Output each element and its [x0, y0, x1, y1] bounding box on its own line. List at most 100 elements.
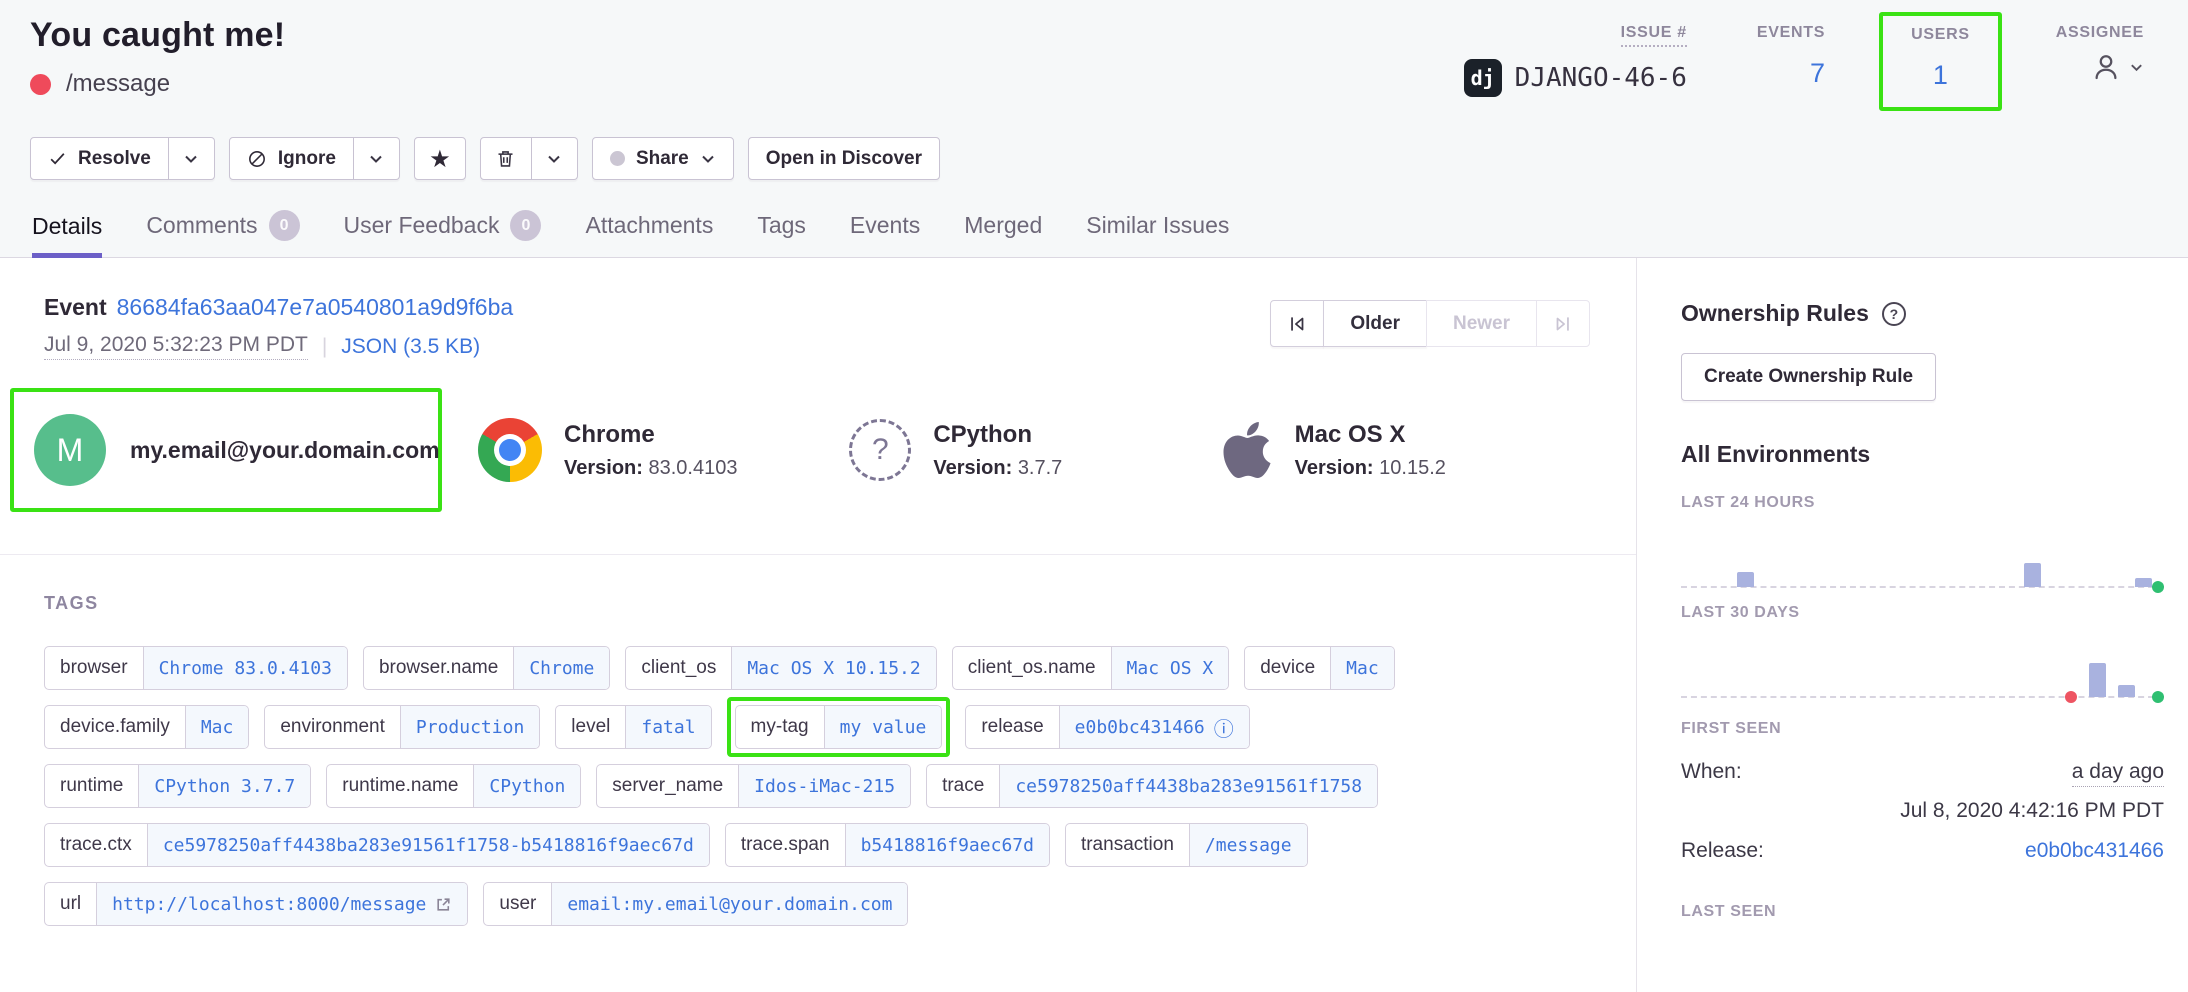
chevron-down-icon	[183, 151, 199, 167]
tag-release[interactable]: releasee0b0bc431466ⓘ	[965, 705, 1249, 749]
assignee-dropdown[interactable]	[2091, 52, 2144, 82]
tab-attachments[interactable]: Attachments	[585, 210, 713, 257]
tag-device[interactable]: deviceMac	[1244, 646, 1394, 690]
tag-client-os[interactable]: client_osMac OS X 10.15.2	[625, 646, 936, 690]
help-icon[interactable]: ?	[1882, 302, 1906, 326]
ownership-rules-title: Ownership Rules	[1681, 300, 1869, 327]
tag-browser[interactable]: browserChrome 83.0.4103	[44, 646, 348, 690]
external-link-icon[interactable]	[435, 896, 452, 913]
stat-assignee: ASSIGNEE	[2056, 24, 2144, 82]
issue-stats: ISSUE # dj DJANGO-46-6 EVENTS 7 USERS 1 …	[1464, 16, 2144, 111]
browser-version: 83.0.4103	[648, 457, 737, 479]
tab-user-feedback[interactable]: User Feedback0	[344, 210, 542, 257]
issue-tabs: Details Comments0 User Feedback0 Attachm…	[30, 210, 2144, 257]
tag-client-os-name[interactable]: client_os.nameMac OS X	[952, 646, 1230, 690]
users-label: USERS	[1911, 26, 1970, 44]
events-count[interactable]: 7	[1810, 58, 1825, 89]
chevron-down-icon	[368, 151, 384, 167]
tag-device-family[interactable]: device.familyMac	[44, 705, 249, 749]
issue-number-label: ISSUE #	[1621, 24, 1687, 47]
tab-similar-issues[interactable]: Similar Issues	[1086, 210, 1229, 257]
share-status-dot-icon	[610, 151, 625, 166]
event-id-link[interactable]: 86684fa63aa047e7a0540801a9d9f6ba	[117, 294, 514, 320]
release-link[interactable]: e0b0bc431466	[2025, 839, 2164, 863]
user-feedback-count-badge: 0	[510, 210, 541, 241]
tag-url[interactable]: urlhttp://localhost:8000/message	[44, 882, 468, 926]
first-seen-date: Jul 8, 2020 4:42:16 PM PDT	[1681, 799, 2164, 823]
tab-comments[interactable]: Comments0	[146, 210, 299, 257]
page-title: You caught me!	[30, 16, 285, 55]
project-badge-icon: dj	[1464, 59, 1502, 97]
tag-runtime-name[interactable]: runtime.nameCPython	[326, 764, 581, 808]
tag-environment[interactable]: environmentProduction	[264, 705, 540, 749]
user-avatar: M	[34, 414, 106, 486]
tag-server-name[interactable]: server_nameIdos-iMac-215	[596, 764, 911, 808]
resolve-button[interactable]: Resolve	[30, 137, 169, 180]
users-count[interactable]: 1	[1933, 60, 1948, 91]
tag-my-tag-highlighted: my-tagmy value	[727, 697, 951, 757]
delete-button[interactable]	[480, 137, 532, 180]
create-ownership-rule-button[interactable]: Create Ownership Rule	[1681, 353, 1936, 401]
share-button[interactable]: Share	[592, 137, 734, 180]
ignore-button[interactable]: Ignore	[229, 137, 354, 180]
tag-user[interactable]: useremail:my.email@your.domain.com	[483, 882, 908, 926]
tab-events[interactable]: Events	[850, 210, 920, 257]
chevron-down-icon	[546, 151, 562, 167]
info-icon: ⓘ	[1214, 713, 1234, 742]
stat-users-highlighted: USERS 1	[1879, 12, 2002, 111]
tags-section: TAGS browserChrome 83.0.4103 browser.nam…	[0, 555, 1636, 979]
trash-icon	[495, 148, 516, 169]
tab-details[interactable]: Details	[32, 210, 102, 258]
os-version: 10.15.2	[1379, 457, 1446, 479]
stat-events: EVENTS 7	[1757, 24, 1825, 89]
user-context-card-highlighted: M my.email@your.domain.com	[10, 388, 442, 512]
tag-trace-span[interactable]: trace.spanb5418816f9aec67d	[725, 823, 1050, 867]
comments-count-badge: 0	[269, 210, 300, 241]
os-context-card: Mac OS X Version: 10.15.2	[1221, 418, 1592, 482]
star-icon: ★	[429, 147, 451, 171]
browser-name: Chrome	[564, 421, 737, 449]
error-level-dot	[30, 74, 51, 95]
tag-trace-ctx[interactable]: trace.ctxce5978250aff4438ba283e91561f175…	[44, 823, 710, 867]
ignore-dropdown-button[interactable]	[354, 137, 400, 180]
resolve-dropdown-button[interactable]	[169, 137, 215, 180]
check-icon	[48, 149, 67, 168]
first-seen-label: FIRST SEEN	[1681, 720, 2164, 738]
tab-tags[interactable]: Tags	[757, 210, 806, 257]
tab-merged[interactable]: Merged	[964, 210, 1042, 257]
tag-level[interactable]: levelfatal	[555, 705, 711, 749]
runtime-version: 3.7.7	[1018, 457, 1062, 479]
last-seen-label: LAST SEEN	[1681, 903, 2164, 921]
tag-browser-name[interactable]: browser.nameChrome	[363, 646, 610, 690]
event-json-link[interactable]: JSON (3.5 KB)	[341, 335, 480, 359]
culprit-path: /message	[66, 70, 170, 98]
tag-my-tag[interactable]: my-tagmy value	[735, 705, 943, 749]
tag-runtime[interactable]: runtimeCPython 3.7.7	[44, 764, 311, 808]
unknown-runtime-icon: ?	[849, 419, 911, 481]
skip-to-latest-icon	[1552, 313, 1574, 335]
open-in-discover-button[interactable]: Open in Discover	[748, 137, 940, 180]
first-seen-relative: a day ago	[2072, 760, 2164, 787]
delete-dropdown-button[interactable]	[532, 137, 578, 180]
event-details-panel: Event 86684fa63aa047e7a0540801a9d9f6ba Ju…	[0, 258, 1636, 992]
ban-icon	[247, 149, 267, 169]
event-label: Event	[44, 294, 107, 320]
skip-to-latest-button	[1536, 300, 1590, 347]
issue-header: You caught me! /message ISSUE # dj DJANG…	[0, 0, 2188, 258]
event-timestamp: Jul 9, 2020 5:32:23 PM PDT	[44, 333, 308, 360]
issue-sidebar: Ownership Rules ? Create Ownership Rule …	[1636, 258, 2188, 992]
assignee-label: ASSIGNEE	[2056, 24, 2144, 42]
newer-event-button: Newer	[1426, 300, 1537, 347]
person-icon	[2091, 52, 2121, 82]
runtime-context-card: ? CPython Version: 3.7.7	[849, 419, 1220, 481]
tag-trace[interactable]: tracece5978250aff4438ba283e91561f1758	[926, 764, 1378, 808]
bookmark-star-button[interactable]: ★	[414, 137, 466, 180]
last-30-days-label: LAST 30 DAYS	[1681, 604, 2164, 622]
chevron-down-icon	[700, 151, 716, 167]
oldest-event-button[interactable]	[1270, 300, 1324, 347]
event-pagination: Older Newer	[1271, 300, 1590, 360]
tag-transaction[interactable]: transaction/message	[1065, 823, 1308, 867]
os-name: Mac OS X	[1295, 421, 1446, 449]
older-event-button[interactable]: Older	[1323, 300, 1427, 347]
issue-id: DJANGO-46-6	[1515, 63, 1687, 93]
